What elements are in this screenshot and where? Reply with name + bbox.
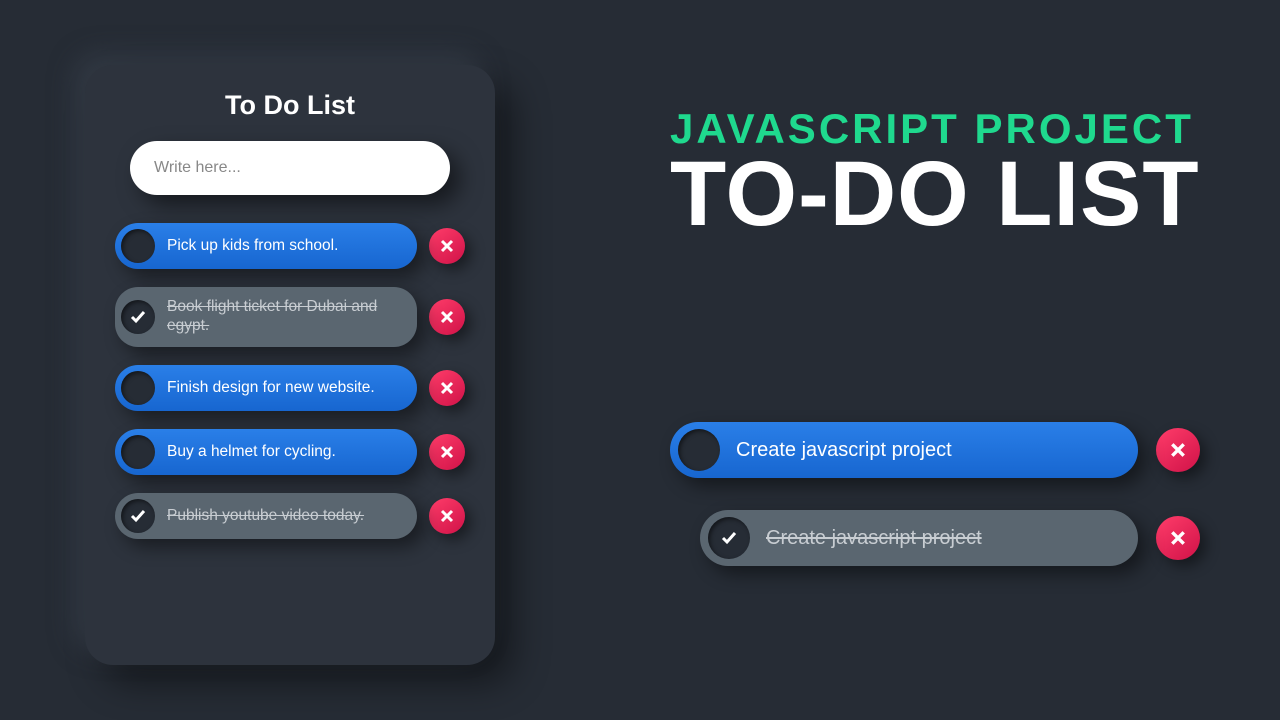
close-icon [1170,442,1186,458]
todo-checkbox[interactable] [121,499,155,533]
todo-text: Create javascript project [766,526,982,550]
delete-button[interactable] [1156,516,1200,560]
todo-item[interactable]: Buy a helmet for cycling. [115,429,417,475]
todo-row: Pick up kids from school. [115,223,465,269]
close-icon [440,381,454,395]
todo-checkbox[interactable] [678,429,720,471]
todo-text: Create javascript project [736,438,952,462]
todo-card: To Do List Pick up kids from school. Boo… [85,65,495,665]
check-icon [129,308,147,326]
todo-row: Finish design for new website. [115,365,465,411]
delete-button[interactable] [429,498,465,534]
delete-button[interactable] [1156,428,1200,472]
delete-button[interactable] [429,299,465,335]
todo-text: Publish youtube video today. [167,507,364,526]
todo-checkbox[interactable] [121,300,155,334]
sample-todo-row: Create javascript project [670,422,1200,478]
delete-button[interactable] [429,370,465,406]
close-icon [440,445,454,459]
check-icon [129,507,147,525]
todo-item[interactable]: Finish design for new website. [115,365,417,411]
close-icon [440,239,454,253]
todo-row: Buy a helmet for cycling. [115,429,465,475]
sample-todo-row: Create javascript project [700,510,1200,566]
delete-button[interactable] [429,434,465,470]
close-icon [440,310,454,324]
check-icon [720,529,738,547]
delete-button[interactable] [429,228,465,264]
close-icon [1170,530,1186,546]
todo-item[interactable]: Publish youtube video today. [115,493,417,539]
todo-checkbox[interactable] [121,371,155,405]
todo-item[interactable]: Book flight ticket for Dubai and egypt. [115,287,417,347]
card-title: To Do List [115,90,465,121]
todo-text: Book flight ticket for Dubai and egypt. [167,298,401,335]
todo-item[interactable]: Create javascript project [670,422,1138,478]
todo-checkbox[interactable] [708,517,750,559]
headline-title: TO-DO LIST [670,148,1200,240]
todo-row: Book flight ticket for Dubai and egypt. [115,287,465,347]
todo-text: Buy a helmet for cycling. [167,443,336,462]
close-icon [440,509,454,523]
todo-checkbox[interactable] [121,435,155,469]
todo-text: Pick up kids from school. [167,237,338,256]
todo-item[interactable]: Pick up kids from school. [115,223,417,269]
todo-text: Finish design for new website. [167,379,375,398]
todo-checkbox[interactable] [121,229,155,263]
todo-row: Publish youtube video today. [115,493,465,539]
todo-item[interactable]: Create javascript project [700,510,1138,566]
new-todo-input[interactable] [130,141,450,195]
